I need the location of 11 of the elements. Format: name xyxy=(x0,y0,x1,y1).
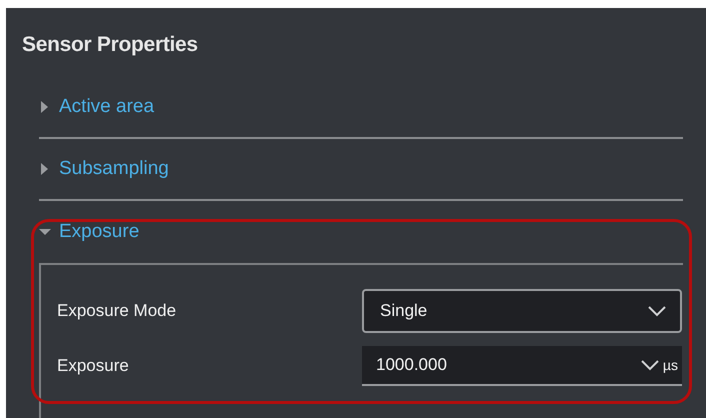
panel-title: Sensor Properties xyxy=(22,32,199,58)
section-header[interactable]: Exposure xyxy=(59,221,140,243)
chevron-down-icon xyxy=(640,360,659,370)
chevron-down-icon xyxy=(648,306,666,316)
mode-dropdown[interactable]: Single xyxy=(362,289,682,333)
section-header[interactable]: Subsampling xyxy=(59,158,169,180)
caret-down-icon[interactable] xyxy=(39,226,51,238)
section-header[interactable]: Active area xyxy=(59,96,154,118)
field-label: Exposure Mode xyxy=(57,301,178,321)
exposure-input[interactable]: 1000.000 µs xyxy=(362,346,682,386)
field-label: Exposure xyxy=(57,356,130,376)
